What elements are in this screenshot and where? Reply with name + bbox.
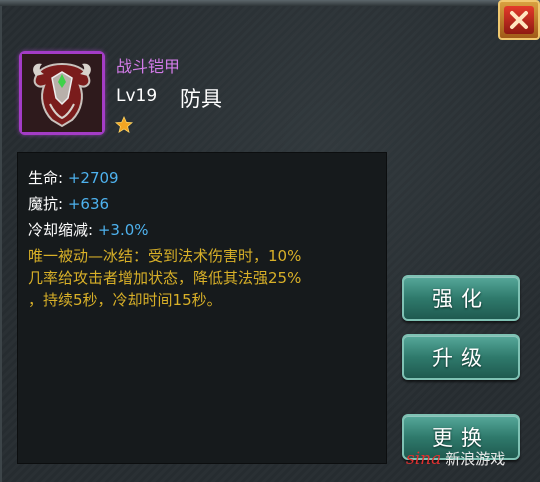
item-type: 防具	[180, 87, 222, 111]
star-icon	[115, 116, 133, 133]
stat-label: 生命:	[28, 169, 68, 187]
watermark-logo: sina	[406, 448, 442, 469]
stat-value: +2709	[67, 169, 119, 187]
item-level: Lv19	[116, 86, 158, 106]
stat-label: 冷却缩减:	[28, 221, 98, 239]
upgrade-button[interactable]: 升级	[402, 334, 520, 380]
panel-top-border	[0, 0, 540, 6]
enhance-button[interactable]: 强化	[402, 275, 520, 321]
stat-row-magic-resist: 魔抗: +636	[28, 193, 109, 214]
stat-label: 魔抗:	[28, 195, 68, 213]
stat-row-hp: 生命: +2709	[28, 167, 119, 188]
item-icon-frame[interactable]	[19, 51, 105, 135]
stat-value: +3.0%	[97, 221, 149, 239]
close-button[interactable]	[498, 0, 540, 40]
stat-row-cooldown: 冷却缩减: +3.0%	[28, 219, 149, 240]
passive-description: 唯一被动—冰结：受到法术伤害时，10% 几率给攻击者增加状态，降低其法强25% …	[28, 247, 302, 309]
watermark: sina 新浪游戏	[406, 448, 505, 469]
close-icon	[504, 6, 534, 34]
watermark-text: 新浪游戏	[445, 450, 506, 468]
stat-value: +636	[67, 195, 110, 213]
armor-icon	[22, 54, 102, 132]
item-name: 战斗铠甲	[116, 57, 181, 76]
stats-box: 生命: +2709 魔抗: +636 冷却缩减: +3.0% 唯一被动—冰结：受…	[17, 152, 387, 464]
